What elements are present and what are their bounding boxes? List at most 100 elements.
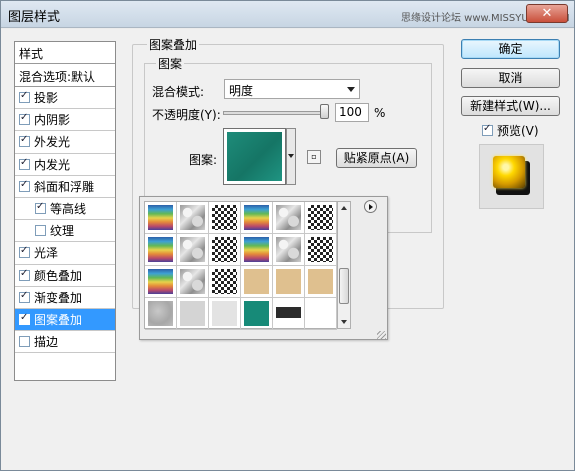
new-preset-button[interactable]: ▫: [307, 150, 321, 164]
style-item[interactable]: 投影: [15, 87, 115, 110]
styles-header[interactable]: 样式: [15, 42, 115, 64]
preview-gold-square: [493, 156, 525, 188]
checkbox-icon[interactable]: [35, 201, 46, 215]
pattern-tile-checker: [212, 205, 237, 230]
resize-grip-icon[interactable]: [377, 331, 386, 340]
pattern-tile[interactable]: [209, 234, 241, 266]
checkbox-icon[interactable]: [19, 245, 30, 259]
style-item-label: 纹理: [50, 224, 75, 239]
chevron-down-icon: [347, 87, 355, 92]
pattern-tile[interactable]: [209, 202, 241, 234]
picker-menu-button[interactable]: [364, 200, 377, 213]
style-item[interactable]: 渐变叠加: [15, 287, 115, 309]
cancel-button[interactable]: 取消: [461, 68, 560, 88]
window-title: 图层样式: [8, 10, 61, 25]
style-item-label: 颜色叠加: [34, 268, 83, 283]
pattern-tile[interactable]: [241, 202, 273, 234]
pattern-swatch[interactable]: [223, 128, 286, 185]
pattern-tile[interactable]: [305, 266, 337, 298]
pattern-tile-checker: [308, 205, 333, 230]
pattern-preview: [227, 132, 282, 181]
pattern-tile[interactable]: [241, 298, 273, 330]
checkbox-icon[interactable]: [19, 312, 30, 325]
style-item[interactable]: 纹理: [15, 220, 115, 243]
scroll-thumb[interactable]: [339, 268, 349, 304]
preview-checkbox[interactable]: 预览(V): [482, 122, 539, 139]
style-item[interactable]: 内发光: [15, 154, 115, 176]
pattern-tile-gray3: [212, 301, 237, 326]
pattern-tile[interactable]: [145, 234, 177, 266]
preview-label: 预览(V): [497, 124, 539, 138]
pattern-tile[interactable]: [273, 234, 305, 266]
style-item-label: 斜面和浮雕: [34, 179, 95, 194]
pattern-tile[interactable]: [273, 266, 305, 298]
style-item[interactable]: 图案叠加: [15, 308, 115, 332]
pattern-tile-checker: [308, 237, 333, 262]
opacity-slider-track[interactable]: [223, 111, 328, 115]
pattern-inner-title: 图案: [156, 55, 185, 72]
pattern-tile[interactable]: [177, 266, 209, 298]
style-item[interactable]: 光泽: [15, 242, 115, 265]
pattern-tile-teal: [244, 301, 269, 326]
pattern-tile[interactable]: [305, 202, 337, 234]
pattern-tile-rainbow: [148, 237, 173, 262]
pattern-tile-checker: [212, 237, 237, 262]
checkbox-icon[interactable]: [19, 290, 30, 303]
pattern-tile[interactable]: [241, 266, 273, 298]
new-style-button[interactable]: 新建样式(W)...: [461, 96, 560, 116]
pattern-tile[interactable]: [145, 298, 177, 330]
checkbox-icon[interactable]: [19, 112, 30, 126]
pattern-tile[interactable]: [177, 298, 209, 330]
pattern-tile[interactable]: [273, 202, 305, 234]
pattern-tile-rainbow: [148, 269, 173, 294]
pattern-tile[interactable]: [209, 266, 241, 298]
new-preset-icon: ▫: [311, 152, 317, 161]
scroll-down-icon[interactable]: [341, 320, 347, 324]
pattern-tile[interactable]: [145, 202, 177, 234]
close-button[interactable]: ✕: [526, 4, 568, 23]
title-bar[interactable]: 图层样式 思缘设计论坛 www.MISSYUAN.COM ✕: [1, 1, 574, 28]
checkbox-icon[interactable]: [19, 90, 30, 104]
pattern-scrollbar[interactable]: [337, 201, 351, 329]
blend-mode-select[interactable]: 明度: [224, 79, 360, 99]
pattern-grid: [144, 201, 337, 330]
snap-to-origin-button[interactable]: 贴紧原点(A): [336, 148, 417, 168]
checkbox-icon[interactable]: [19, 157, 30, 170]
style-item[interactable]: 等高线: [15, 198, 115, 221]
pattern-tile[interactable]: [145, 266, 177, 298]
checkbox-icon[interactable]: [19, 336, 30, 348]
style-item[interactable]: 颜色叠加: [15, 265, 115, 287]
style-item-label: 等高线: [50, 202, 87, 217]
pattern-tile[interactable]: [305, 234, 337, 266]
pattern-tile-rainbow: [244, 237, 269, 262]
style-item[interactable]: 外发光: [15, 131, 115, 154]
blending-options-item[interactable]: 混合选项:默认: [15, 64, 115, 87]
opacity-input[interactable]: 100: [335, 103, 369, 122]
pattern-tile-checker: [212, 269, 237, 294]
opacity-slider-thumb[interactable]: [320, 104, 329, 119]
pattern-tile[interactable]: [241, 234, 273, 266]
pattern-tile-sand: [244, 269, 269, 294]
style-item[interactable]: 描边: [15, 331, 115, 354]
pattern-tile[interactable]: [177, 234, 209, 266]
pattern-tile-rainbow: [148, 205, 173, 230]
checkbox-icon[interactable]: [19, 179, 30, 192]
opacity-unit: %: [374, 106, 386, 120]
close-icon: ✕: [541, 6, 553, 21]
checkbox-icon[interactable]: [35, 225, 46, 237]
style-item[interactable]: 内阴影: [15, 109, 115, 132]
checkbox-icon[interactable]: [19, 134, 30, 148]
pattern-tile[interactable]: [177, 202, 209, 234]
ok-button[interactable]: 确定: [461, 39, 560, 59]
style-item-label: 渐变叠加: [34, 290, 83, 305]
style-item[interactable]: 斜面和浮雕: [15, 176, 115, 198]
scroll-up-icon[interactable]: [341, 206, 347, 210]
checkbox-icon[interactable]: [482, 123, 493, 136]
pattern-tile[interactable]: [209, 298, 241, 330]
checkbox-icon[interactable]: [19, 268, 30, 281]
pattern-tile-empty: [308, 301, 333, 326]
style-item-label: 内阴影: [34, 113, 71, 128]
style-preview-thumbnail: [479, 144, 544, 209]
pattern-tile[interactable]: [273, 298, 305, 330]
pattern-dropdown-button[interactable]: [286, 128, 296, 185]
